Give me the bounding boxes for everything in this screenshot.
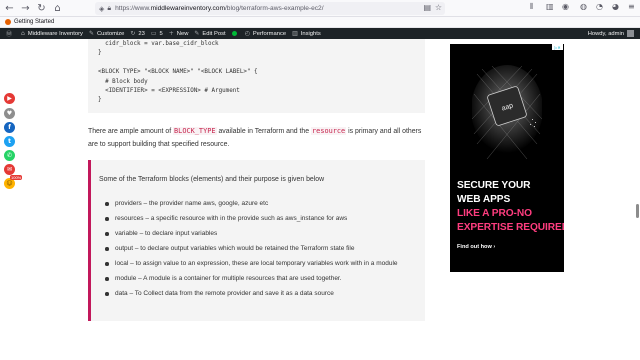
twitter-icon[interactable]: t xyxy=(4,136,15,147)
admin-comments[interactable]: ▭ 5 xyxy=(151,30,163,37)
bookmarks-bar: Getting Started xyxy=(0,17,640,28)
url-text[interactable]: https://www.middlewareinventory.com/blog… xyxy=(115,5,323,12)
list-item: local – to assign value to an expression… xyxy=(105,258,405,270)
reload-icon[interactable]: ↻ xyxy=(35,2,48,15)
adchoices-icon[interactable]: ▷✕ xyxy=(552,44,563,50)
extension-icon[interactable]: ◔ xyxy=(596,2,603,11)
firefox-icon xyxy=(5,19,11,25)
code-line: <IDENTIFIER> = <EXPRESSION> # Argument xyxy=(98,88,240,94)
admin-performance[interactable]: ◴ Performance xyxy=(245,30,286,37)
wordpress-logo-icon[interactable]: Ⓦ xyxy=(6,29,15,38)
ad-headline-line3: LIKE A PRO-NO xyxy=(457,208,532,219)
inline-code-resource: resource xyxy=(311,127,347,135)
shield-icon[interactable]: ◈ xyxy=(99,5,104,13)
code-line: cidr_block = var.base_cidr_block xyxy=(98,41,219,47)
list-item: output – to declare output variables whi… xyxy=(105,243,405,255)
browser-toolbar: ← → ↻ ⌂ ◈ 🔒︎ https://www.middlewareinven… xyxy=(0,0,640,17)
status-dot-icon xyxy=(231,31,237,36)
code-line: } xyxy=(98,97,102,103)
admin-customize[interactable]: ✎ Customize xyxy=(89,30,124,37)
whatsapp-icon[interactable]: ✆ xyxy=(4,150,15,161)
home-icon: ⌂ xyxy=(21,30,25,37)
home-icon[interactable]: ⌂ xyxy=(51,2,64,15)
sidebar-icon[interactable]: ▥ xyxy=(546,2,554,11)
scrollbar-thumb[interactable] xyxy=(636,204,639,218)
blockquote: Some of the Terraform blocks (elements) … xyxy=(88,160,425,321)
list-item: resources – a specific resource with in … xyxy=(105,213,405,225)
plus-icon: + xyxy=(168,30,174,37)
ad-headline-line1: SECURE YOUR xyxy=(457,180,531,191)
admin-account[interactable]: Howdy, admin xyxy=(588,28,634,39)
chart-icon: ▥ xyxy=(292,30,298,37)
admin-site-name[interactable]: ⌂ Middleware Inventory xyxy=(21,30,83,37)
advertisement[interactable]: ▷✕ aap SECURE YOUR WEB APPS LIKE A PRO-N xyxy=(450,44,564,272)
list-item: data – To Collect data from the remote p… xyxy=(105,288,405,300)
share-count-badge: 100% xyxy=(10,175,23,180)
menu-icon[interactable]: ≡ xyxy=(628,2,635,11)
bookmark-getting-started[interactable]: Getting Started xyxy=(14,19,54,25)
ad-headline-line4: EXPERTISE REQUIRED xyxy=(457,222,564,233)
reader-icon[interactable]: ▤ xyxy=(423,3,431,12)
intro-paragraph: There are ample amount of BLOCK_TYPE ava… xyxy=(88,127,422,148)
avatar xyxy=(627,30,634,37)
page-content: cidr_block = var.base_cidr_block } <BLOC… xyxy=(0,39,640,360)
gauge-icon: ◴ xyxy=(244,30,250,37)
admin-new[interactable]: + New xyxy=(169,30,189,37)
extension-icon[interactable]: ◍ xyxy=(580,2,587,11)
list-item: variable – to declare input variables xyxy=(105,228,405,240)
heart-icon[interactable]: ♥ xyxy=(4,108,15,119)
admin-edit-post[interactable]: ✎ Edit Post xyxy=(194,30,225,37)
youtube-icon[interactable]: ▶ xyxy=(4,93,15,104)
blockquote-intro: Some of the Terraform blocks (elements) … xyxy=(99,176,325,183)
code-line: } xyxy=(98,50,102,56)
forward-icon[interactable]: → xyxy=(19,2,32,15)
wp-admin-bar: Ⓦ ⌂ Middleware Inventory ✎ Customize ↻ 23 ▭… xyxy=(0,28,640,39)
extension-icon[interactable]: ◕ xyxy=(612,2,619,11)
updates-icon: ↻ xyxy=(130,30,136,37)
list-item: module – A module is a container for mul… xyxy=(105,273,405,285)
inline-code-block-type: BLOCK_TYPE xyxy=(173,127,217,135)
ad-cta-link[interactable]: Find out how › xyxy=(457,244,495,250)
ad-headline-line2: WEB APPS xyxy=(457,194,511,205)
chip-illustration: aap xyxy=(472,65,542,160)
admin-greeting: Howdy, admin xyxy=(587,30,624,37)
bookmark-star-icon[interactable]: ☆ xyxy=(435,3,442,12)
block-list: providers – the provider name aws, googl… xyxy=(105,198,405,303)
back-icon[interactable]: ← xyxy=(3,2,16,15)
account-icon[interactable]: ◉ xyxy=(562,2,569,11)
admin-updates[interactable]: ↻ 23 xyxy=(130,30,144,37)
facebook-icon[interactable]: f xyxy=(4,122,15,133)
url-bar[interactable]: ◈ 🔒︎ https://www.middlewareinventory.com… xyxy=(95,2,445,15)
brush-icon: ✎ xyxy=(88,30,94,37)
lock-icon[interactable]: 🔒︎ xyxy=(107,4,111,13)
code-block: cidr_block = var.base_cidr_block } <BLOC… xyxy=(88,39,425,113)
comment-icon: ▭ xyxy=(150,30,157,37)
pencil-icon: ✎ xyxy=(194,30,200,37)
list-item: providers – the provider name aws, googl… xyxy=(105,198,405,210)
code-line: # Block body xyxy=(98,79,148,85)
code-line: <BLOCK TYPE> "<BLOCK NAME>" "<BLOCK LABE… xyxy=(98,69,258,75)
library-icon[interactable]: ⫴ xyxy=(530,2,533,12)
admin-status-dot[interactable] xyxy=(231,31,239,36)
admin-insights[interactable]: ▥ Insights xyxy=(292,30,321,37)
email-icon[interactable]: ✉ xyxy=(4,164,15,175)
